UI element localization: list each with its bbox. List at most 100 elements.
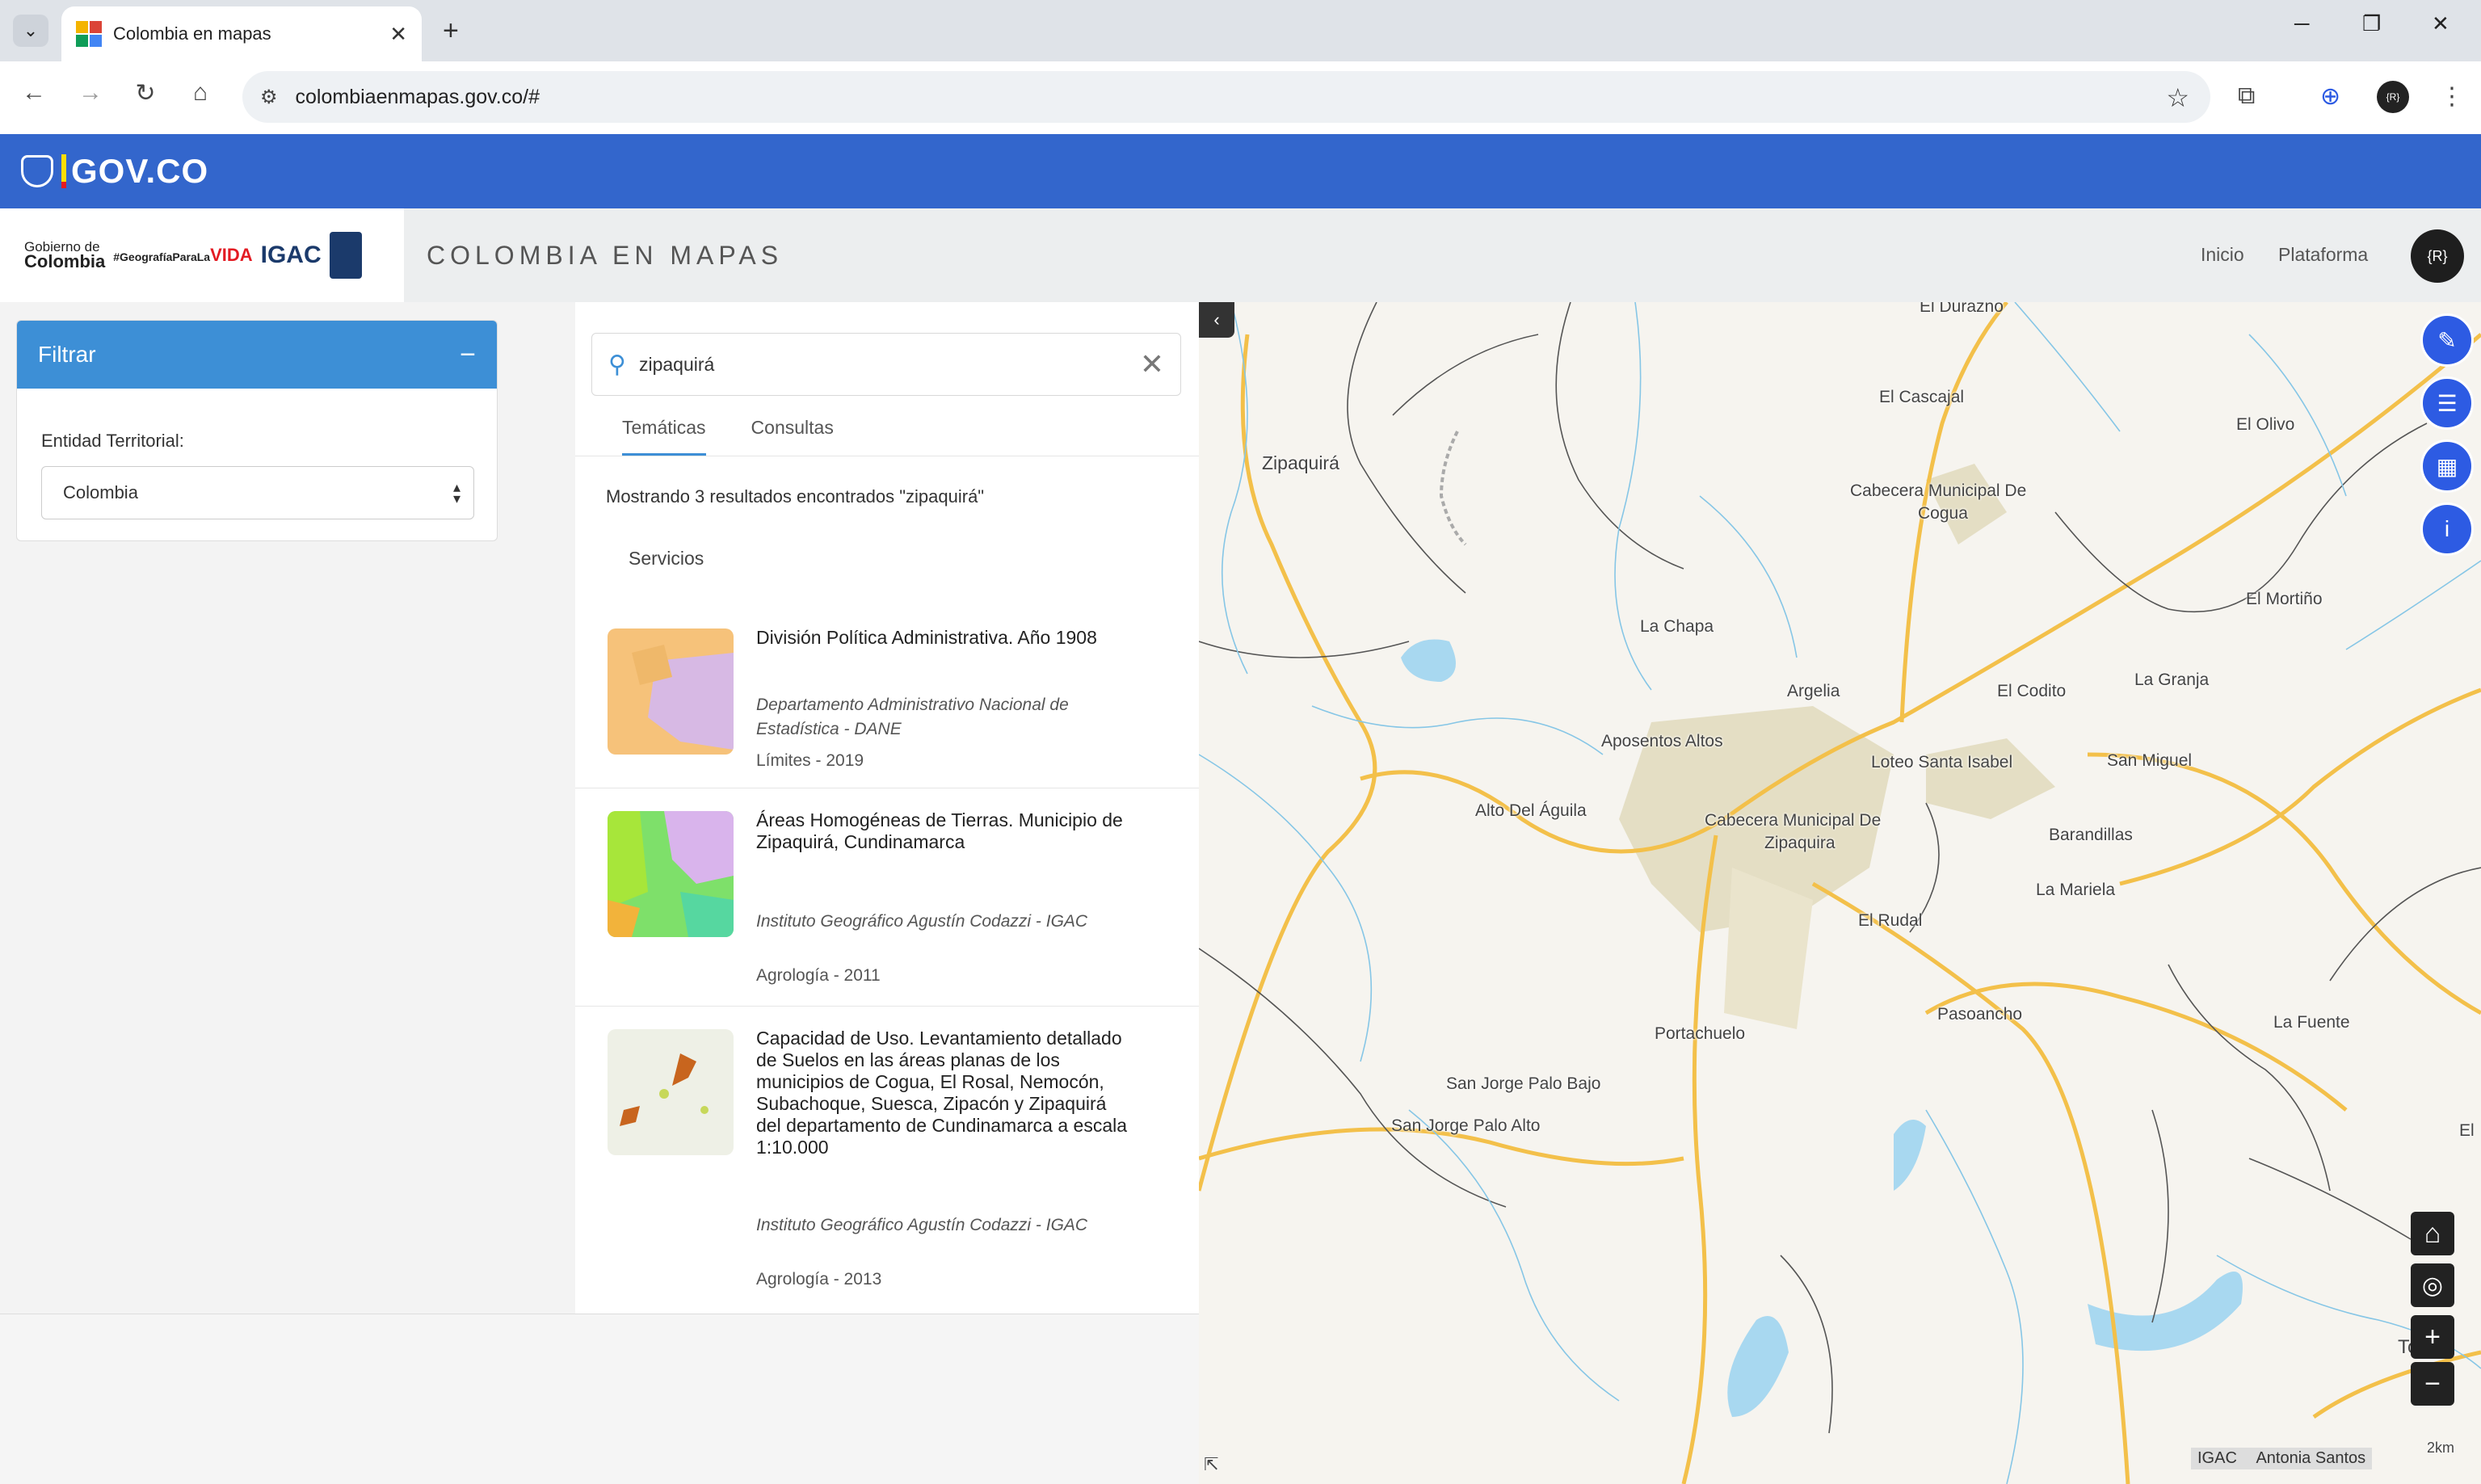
resize-handle-icon[interactable]: ⇱	[1204, 1454, 1218, 1475]
map-label: Cabecera Municipal De	[1705, 811, 1882, 830]
collapse-filter-icon[interactable]: −	[460, 339, 476, 371]
filter-area: Filtrar − Entidad Territorial: Colombia …	[0, 302, 575, 1314]
map-label: La Chapa	[1640, 617, 1714, 636]
map-label: La Fuente	[2273, 1013, 2350, 1032]
tab-consultas[interactable]: Consultas	[751, 406, 834, 456]
nav-plataforma[interactable]: Plataforma	[2278, 244, 2368, 266]
gov-brand[interactable]: GOV.CO	[71, 152, 208, 191]
section-servicios: Servicios	[629, 548, 704, 569]
app-header: Gobierno de Colombia #GeografíaParaLaVIDA…	[0, 208, 2481, 302]
scale-label: 2km	[2427, 1440, 2455, 1456]
forward-icon[interactable]: →	[73, 79, 108, 107]
search-icon: ⚲	[608, 351, 626, 378]
browser-tabstrip: ⌄ Colombia en mapas ✕ + ─ ❐ ✕	[0, 0, 2481, 61]
back-icon[interactable]: ←	[16, 79, 52, 107]
tab-search-button[interactable]: ⌄	[13, 15, 48, 47]
map-label: El Rudal	[1858, 911, 1923, 930]
result-item[interactable]: División Política Administrativa. Año 19…	[575, 607, 1199, 788]
result-org: Instituto Geográfico Agustín Codazzi - I…	[756, 1216, 1088, 1234]
locate-icon[interactable]: ◎	[2411, 1263, 2454, 1307]
collapse-panel-button[interactable]: ‹	[1199, 302, 1234, 338]
map-label: Zipaquira	[1764, 834, 1836, 852]
download-icon[interactable]: ⊕	[2320, 82, 2340, 111]
map-view[interactable]: ‹ El Durazno Zipaquirá El Cascajal El Ol…	[1199, 302, 2481, 1484]
entity-select-value: Colombia	[63, 482, 138, 502]
result-meta: Agrología - 2013	[756, 1270, 882, 1289]
results-panel: ⚲ zipaquirá ✕ Temáticas Consultas Mostra…	[575, 302, 1199, 1314]
result-org: Instituto Geográfico Agustín Codazzi - I…	[756, 912, 1088, 931]
basemap-icon[interactable]: ▦	[2420, 439, 2474, 493]
result-thumbnail	[608, 1029, 734, 1155]
tools-wrench-icon[interactable]: ✎	[2420, 313, 2474, 367]
map-label: Loteo Santa Isabel	[1871, 753, 2013, 771]
thumbnail-map-graphic	[608, 811, 734, 937]
minimize-icon[interactable]: ─	[2294, 11, 2309, 36]
zoom-in-button[interactable]: +	[2411, 1315, 2454, 1359]
address-bar[interactable]: ⚙ colombiaenmapas.gov.co/# ☆	[242, 71, 2210, 123]
close-window-icon[interactable]: ✕	[2432, 11, 2449, 36]
search-box[interactable]: ⚲ zipaquirá ✕	[591, 333, 1181, 396]
result-meta: Límites - 2019	[756, 751, 864, 770]
entity-select[interactable]: Colombia ▴ ▾	[41, 466, 474, 519]
result-title[interactable]: Áreas Homogéneas de Tierras. Municipio d…	[756, 809, 1128, 853]
site-info-icon[interactable]: ⚙	[260, 86, 278, 109]
map-label: San Jorge Palo Bajo	[1446, 1074, 1601, 1093]
map-label: Pasoancho	[1937, 1005, 2023, 1024]
favicon-icon	[76, 21, 102, 47]
gobierno-logo: Gobierno de Colombia	[24, 239, 106, 271]
restore-icon[interactable]: ❐	[2362, 11, 2381, 36]
map-label: Zipaquirá	[1262, 452, 1339, 473]
nav-inicio[interactable]: Inicio	[2201, 244, 2244, 266]
close-tab-icon[interactable]: ✕	[389, 22, 407, 47]
map-label: El Codito	[1997, 682, 2067, 700]
result-item[interactable]: Áreas Homogéneas de Tierras. Municipio d…	[575, 788, 1199, 1007]
browser-toolbar: ← → ↻ ⌂ ⚙ colombiaenmapas.gov.co/# ☆ ⧉ ⊕…	[0, 61, 2481, 134]
tab-title: Colombia en mapas	[113, 23, 271, 44]
basemap	[1199, 302, 2481, 1484]
result-item[interactable]: Capacidad de Uso. Levantamiento detallad…	[575, 1007, 1199, 1314]
search-input[interactable]: zipaquirá	[639, 354, 1140, 376]
geografia-logo: #GeografíaParaLaVIDA	[113, 245, 253, 265]
user-avatar[interactable]: {R}	[2411, 229, 2464, 283]
extensions-icon[interactable]: ⧉	[2238, 82, 2255, 110]
map-label: El Mortiño	[2246, 590, 2323, 608]
browser-menu-icon[interactable]: ⋮	[2440, 82, 2464, 111]
layers-list-icon[interactable]: ☰	[2420, 376, 2474, 430]
filter-panel: Filtrar − Entidad Territorial: Colombia …	[16, 320, 498, 541]
map-attribution: IGAC Antonia Santos	[2191, 1448, 2373, 1469]
browser-tab[interactable]: Colombia en mapas ✕	[61, 6, 422, 61]
app-title: COLOMBIA EN MAPAS	[427, 241, 784, 270]
rivers	[1199, 302, 2481, 1484]
map-label: Cabecera Municipal De	[1850, 481, 2027, 500]
result-title[interactable]: División Política Administrativa. Año 19…	[756, 627, 1128, 649]
colombia-shield-icon	[21, 155, 53, 187]
map-label: El Durazno	[1920, 302, 2004, 316]
map-label: El Cascajal	[1879, 388, 1965, 406]
home-extent-icon[interactable]: ⌂	[2411, 1212, 2454, 1255]
info-icon[interactable]: i	[2420, 502, 2474, 556]
clear-search-icon[interactable]: ✕	[1140, 347, 1164, 381]
zoom-out-button[interactable]: −	[2411, 1362, 2454, 1406]
map-label: San Miguel	[2107, 751, 2193, 770]
filter-header[interactable]: Filtrar −	[17, 321, 497, 389]
browser-profile-avatar[interactable]: {R}	[2377, 81, 2409, 113]
page-footer-area	[0, 1314, 1199, 1484]
gov-bar: GOV.CO	[0, 134, 2481, 208]
map-label: El	[2459, 1121, 2475, 1140]
result-thumbnail	[608, 811, 734, 937]
result-thumbnail	[608, 628, 734, 755]
thumbnail-map-graphic	[620, 1053, 709, 1126]
result-tabs: Temáticas Consultas	[591, 406, 1181, 456]
map-label: El Olivo	[2236, 415, 2295, 434]
bookmark-star-icon[interactable]: ☆	[2166, 82, 2189, 113]
tab-tematicas[interactable]: Temáticas	[622, 406, 706, 456]
reload-icon[interactable]: ↻	[128, 79, 163, 107]
map-label: Cogua	[1918, 504, 1968, 523]
results-count: Mostrando 3 resultados encontrados "zipa…	[606, 486, 985, 507]
map-label: Barandillas	[2049, 826, 2133, 844]
gov-flag-mark	[61, 154, 66, 188]
new-tab-button[interactable]: +	[443, 15, 459, 47]
igac-logo: IGAC	[260, 242, 322, 268]
result-title[interactable]: Capacidad de Uso. Levantamiento detallad…	[756, 1028, 1128, 1158]
home-icon[interactable]: ⌂	[183, 79, 218, 107]
